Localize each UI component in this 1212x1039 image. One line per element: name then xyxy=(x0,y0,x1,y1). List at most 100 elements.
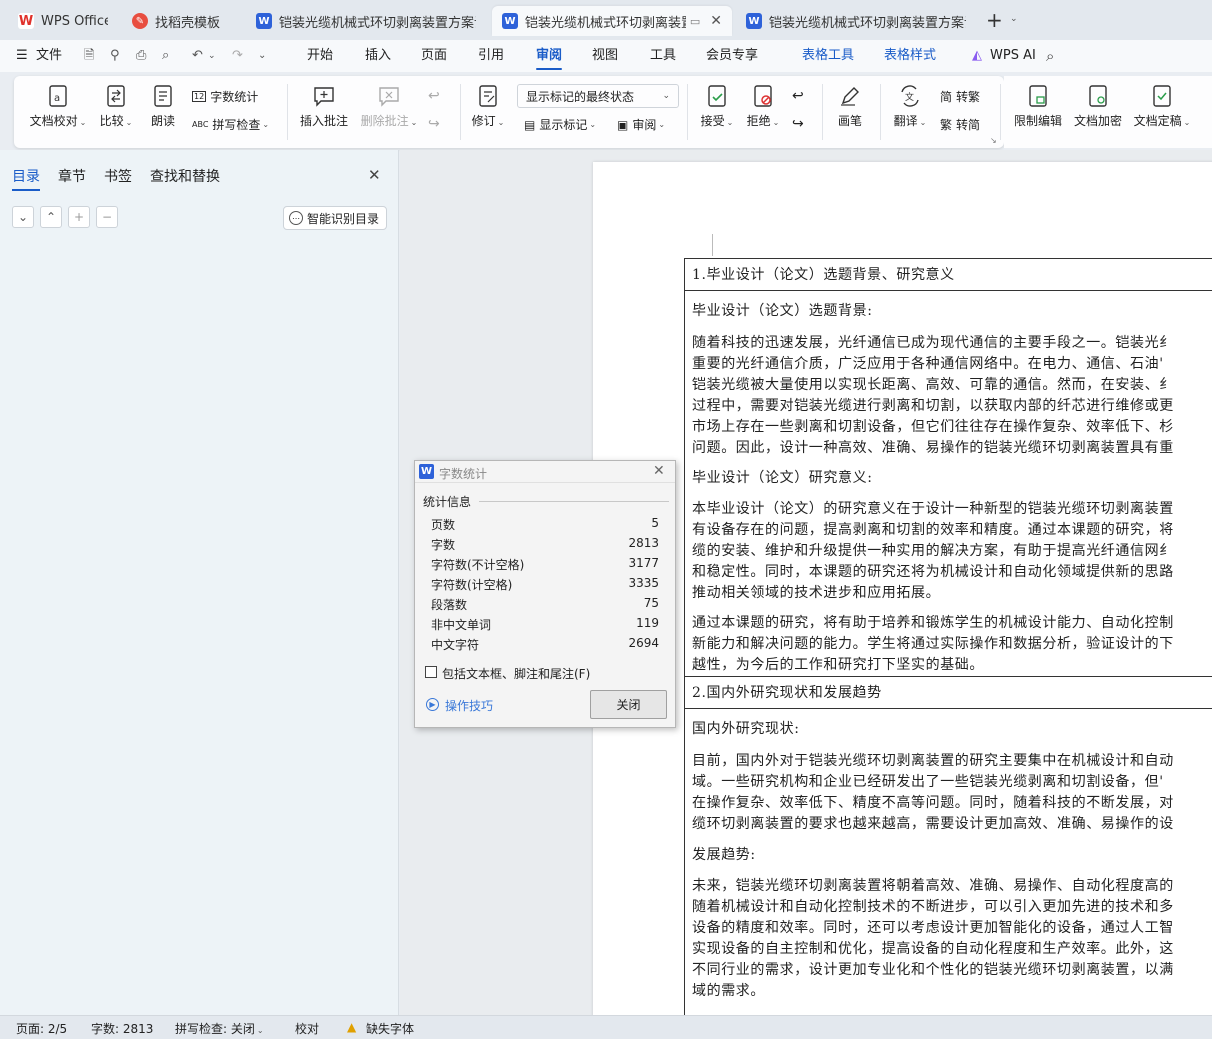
spell-check-status[interactable]: 拼写检查: 关闭 ⌄ xyxy=(175,1020,264,1037)
menu-view[interactable]: 视图 xyxy=(592,40,618,72)
menu-table-style[interactable]: 表格样式 xyxy=(884,40,936,72)
menu-member[interactable]: 会员专享 xyxy=(706,40,758,72)
print-preview-icon[interactable]: ⌕ xyxy=(162,40,169,72)
proofread-status[interactable]: 校对 xyxy=(295,1020,319,1037)
spell-check-button[interactable]: ABC 拼写检查 ⌄ xyxy=(192,116,269,133)
dialog-titlebar[interactable]: W 字数统计 ✕ xyxy=(415,461,675,483)
close-icon[interactable]: ✕ xyxy=(653,463,665,479)
document-table[interactable]: 1.毕业设计（论文）选题背景、研究意义 毕业设计（论文）选题背景: 随着科技的迅… xyxy=(684,258,1212,1038)
to-traditional-button[interactable]: 简 转繁 xyxy=(940,88,980,105)
reject-button[interactable]: 拒绝 ⌄ xyxy=(744,84,782,129)
hamburger-menu-icon[interactable]: ☰ xyxy=(16,40,28,72)
previous-comment-icon[interactable]: ↩ xyxy=(428,88,440,104)
tab-label: 铠装光缆机械式环切剥离装置方案设计 xyxy=(279,15,476,31)
next-change-icon[interactable]: ↪ xyxy=(792,116,804,132)
read-aloud-button[interactable]: 朗读 xyxy=(146,84,180,129)
review-pane-label: 审阅 xyxy=(632,118,657,132)
track-changes-button[interactable]: 修订 ⌄ xyxy=(469,84,507,129)
expand-button[interactable]: + xyxy=(68,206,90,228)
word-doc-icon: W xyxy=(746,13,762,29)
missing-font-status[interactable]: 缺失字体 xyxy=(366,1020,414,1037)
subsection-title: 毕业设计（论文）研究意义: xyxy=(692,470,873,486)
compare-button[interactable]: 比较 ⌄ xyxy=(96,84,136,129)
search-icon[interactable]: ⌕ xyxy=(1046,40,1054,72)
word-count-indicator[interactable]: 字数: 2813 xyxy=(91,1020,153,1037)
menu-file[interactable]: 文件 xyxy=(36,40,62,72)
close-button[interactable]: 关闭 xyxy=(590,690,667,719)
insert-comment-button[interactable]: 插入批注 xyxy=(298,84,350,129)
include-textbox-label[interactable]: 包括文本框、脚注和尾注(F) xyxy=(442,665,590,682)
tab-toc[interactable]: 目录 xyxy=(12,166,40,191)
chevron-down-icon[interactable]: ⌄ xyxy=(1010,14,1018,24)
document-page[interactable]: 1.毕业设计（论文）选题背景、研究意义 毕业设计（论文）选题背景: 随着科技的迅… xyxy=(593,162,1212,1038)
to-simplified-button[interactable]: 繁 转简 xyxy=(940,116,980,133)
collapse-down-button[interactable]: ⌄ xyxy=(12,206,34,228)
tab-sections[interactable]: 章节 xyxy=(58,166,86,186)
text-line: 重要的光纤通信介质，广泛应用于各种通信网络中。在电力、通信、石油' xyxy=(692,356,1164,372)
delete-comment-icon xyxy=(379,87,399,107)
finalize-button[interactable]: 文档定稿 ⌄ xyxy=(1130,84,1194,129)
page-indicator[interactable]: 页面: 2/5 xyxy=(16,1020,67,1037)
table-row[interactable]: 毕业设计（论文）选题背景: 随着科技的迅速发展，光纤通信已成为现代通信的主要手段… xyxy=(685,291,1212,677)
tab-document-active[interactable]: W 铠装光缆机械式环切剥离装置方 ▭ ✕ xyxy=(492,6,732,36)
collapse-up-button[interactable]: ⌃ xyxy=(40,206,62,228)
markup-state-select[interactable]: 显示标记的最终状态 ⌄ xyxy=(517,84,679,108)
tips-link[interactable]: 操作技巧 xyxy=(445,697,493,714)
accept-label: 接受 xyxy=(700,114,725,128)
text-line: 目前，国内外对于铠装光缆环切剥离装置的研究主要集中在机械设计和自动 xyxy=(692,753,1174,769)
menu-review[interactable]: 审阅 xyxy=(536,40,563,72)
share-icon[interactable]: ⚲ xyxy=(110,40,120,72)
menu-insert[interactable]: 插入 xyxy=(365,40,391,72)
menu-wps-ai[interactable]: WPS AI xyxy=(990,40,1036,72)
doc-check-button[interactable]: a 文档校对 ⌄ xyxy=(28,84,88,129)
menu-page[interactable]: 页面 xyxy=(421,40,447,72)
word-count-button[interactable]: 12 字数统计 xyxy=(192,88,258,105)
previous-change-icon[interactable]: ↩ xyxy=(792,88,804,104)
text-line: 域。一些研究机构和企业已经研发出了一些铠装光缆剥离和切割设备，但' xyxy=(692,774,1164,790)
menu-home[interactable]: 开始 xyxy=(307,40,333,72)
tab-document-1[interactable]: W 铠装光缆机械式环切剥离装置方案设计 xyxy=(246,6,486,36)
text-line: 设备的精度和效率。同时，还可以考虑设计更加智能化的设备，通过人工智 xyxy=(692,920,1174,936)
text-line: 越性，为今后的工作和研究打下坚实的基础。 xyxy=(692,657,984,673)
close-icon[interactable]: ✕ xyxy=(368,166,381,184)
next-comment-icon[interactable]: ↪ xyxy=(428,116,440,132)
new-tab-plus-icon[interactable]: + xyxy=(986,8,1003,32)
table-row[interactable]: 国内外研究现状: 目前，国内外对于铠装光缆环切剥离装置的研究主要集中在机械设计和… xyxy=(685,709,1212,1038)
tab-wps-office[interactable]: W WPS Office xyxy=(8,6,118,36)
undo-dropdown-icon[interactable]: ⌄ xyxy=(208,40,216,72)
close-tab-icon[interactable]: ✕ xyxy=(710,13,722,29)
review-pane-button[interactable]: ▣ 审阅 ⌄ xyxy=(617,116,665,133)
accept-button[interactable]: 接受 ⌄ xyxy=(698,84,736,129)
group-expand-icon[interactable]: ↘ xyxy=(990,136,997,145)
print-icon[interactable]: ⎙ xyxy=(136,40,146,72)
tab-find-replace[interactable]: 查找和替换 xyxy=(150,166,220,186)
translate-button[interactable]: 文 翻译 ⌄ xyxy=(890,84,930,129)
divider xyxy=(822,84,823,140)
minus-icon: − xyxy=(101,210,113,224)
tab-docer-templates[interactable]: ✎ 找稻壳模板 xyxy=(122,6,242,36)
title-tab-bar: W WPS Office ✎ 找稻壳模板 W 铠装光缆机械式环切剥离装置方案设计… xyxy=(0,0,1212,40)
delete-comment-button[interactable]: 删除批注 ⌄ xyxy=(358,84,420,129)
window-icon[interactable]: ▭ xyxy=(690,15,700,28)
restrict-edit-button[interactable]: 限制编辑 xyxy=(1010,84,1066,129)
include-textbox-checkbox[interactable] xyxy=(425,666,437,678)
plus-icon: + xyxy=(73,210,85,224)
to-simplified-label: 转简 xyxy=(956,118,981,132)
undo-icon[interactable]: ↶ xyxy=(192,40,203,72)
chevron-down-icon: ⌄ xyxy=(17,210,29,224)
tab-document-3[interactable]: W 铠装光缆机械式环切剥离装置方案设计 xyxy=(736,6,976,36)
redo-icon[interactable]: ↷ xyxy=(232,40,243,72)
tab-bookmarks[interactable]: 书签 xyxy=(104,166,132,186)
table-row[interactable]: 1.毕业设计（论文）选题背景、研究意义 xyxy=(685,259,1212,291)
encrypt-button[interactable]: 文档加密 xyxy=(1070,84,1126,129)
pen-button[interactable]: 画笔 xyxy=(832,84,868,129)
menu-reference[interactable]: 引用 xyxy=(478,40,504,72)
menu-tools[interactable]: 工具 xyxy=(650,40,676,72)
show-markup-button[interactable]: ▤ 显示标记 ⌄ xyxy=(524,116,596,133)
more-dropdown-icon[interactable]: ⌄ xyxy=(258,40,266,72)
save-icon[interactable]: 🗎 xyxy=(84,40,94,72)
table-row[interactable]: 2.国内外研究现状和发展趋势 xyxy=(685,677,1212,709)
collapse-button[interactable]: − xyxy=(96,206,118,228)
smart-toc-button[interactable]: ⋯ 智能识别目录 xyxy=(283,206,387,230)
menu-table-tools[interactable]: 表格工具 xyxy=(802,40,854,72)
